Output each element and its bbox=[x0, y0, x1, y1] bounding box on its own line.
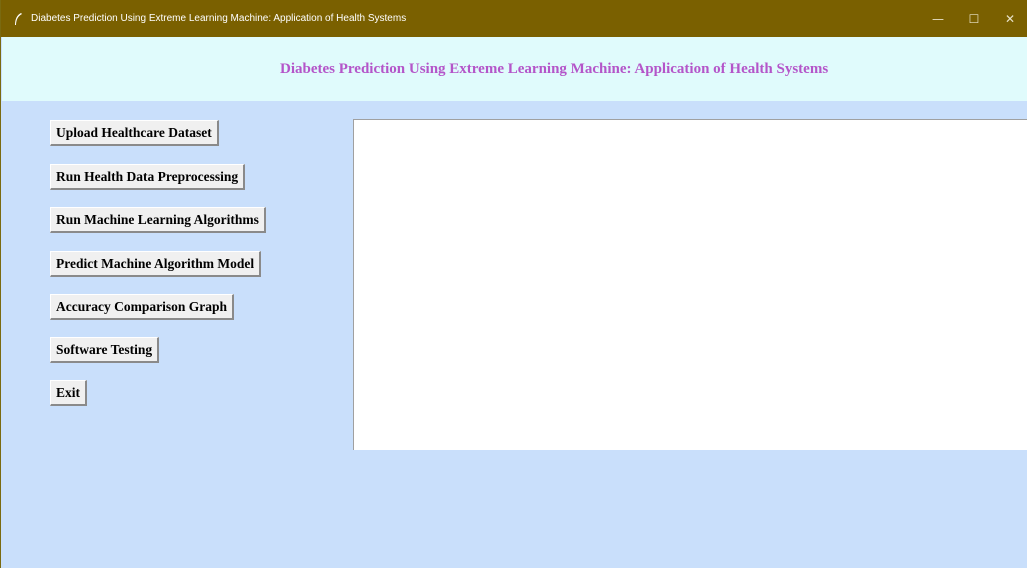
exit-button[interactable]: Exit bbox=[50, 380, 88, 406]
maximize-button[interactable]: ☐ bbox=[956, 0, 992, 37]
close-button[interactable]: ✕ bbox=[992, 0, 1027, 37]
output-text-area[interactable] bbox=[353, 119, 1027, 450]
header-band: Diabetes Prediction Using Extreme Learni… bbox=[2, 37, 1027, 101]
title-bar[interactable]: Diabetes Prediction Using Extreme Learni… bbox=[1, 0, 1027, 37]
window-controls: — ☐ ✕ bbox=[920, 0, 1027, 37]
window-title: Diabetes Prediction Using Extreme Learni… bbox=[31, 13, 407, 24]
run-preprocessing-button[interactable]: Run Health Data Preprocessing bbox=[50, 164, 246, 190]
app-window: Diabetes Prediction Using Extreme Learni… bbox=[0, 0, 1027, 568]
run-ml-algorithms-button[interactable]: Run Machine Learning Algorithms bbox=[50, 207, 266, 233]
accuracy-graph-button[interactable]: Accuracy Comparison Graph bbox=[50, 294, 234, 320]
feather-icon bbox=[11, 12, 25, 26]
page-title: Diabetes Prediction Using Extreme Learni… bbox=[280, 61, 829, 77]
minimize-button[interactable]: — bbox=[920, 0, 956, 37]
upload-dataset-button[interactable]: Upload Healthcare Dataset bbox=[50, 120, 219, 146]
software-testing-button[interactable]: Software Testing bbox=[50, 337, 160, 363]
predict-model-button[interactable]: Predict Machine Algorithm Model bbox=[50, 251, 262, 277]
